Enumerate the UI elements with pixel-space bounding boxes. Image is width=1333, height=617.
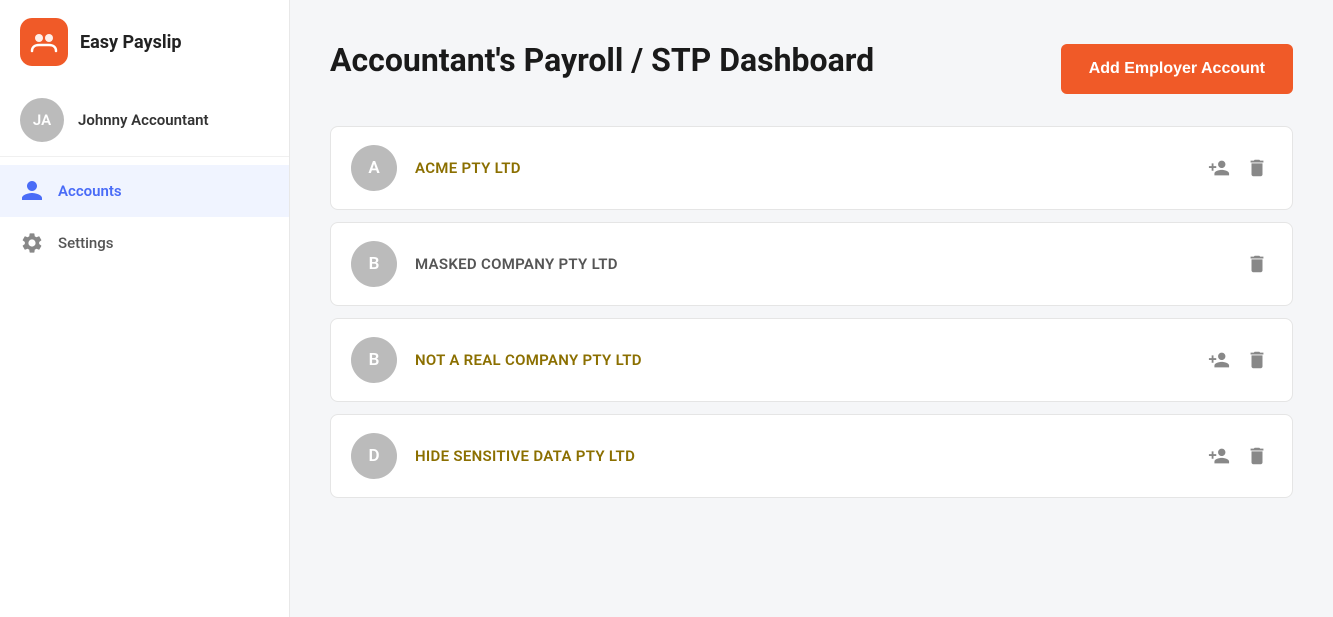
account-avatar: B bbox=[351, 241, 397, 287]
app-logo-text: Easy Payslip bbox=[80, 32, 182, 53]
app-logo-icon bbox=[20, 18, 68, 66]
user-profile: JA Johnny Accountant bbox=[0, 84, 289, 157]
account-name: MASKED COMPANY PTY LTD bbox=[415, 255, 1224, 273]
main-header: Accountant's Payroll / STP Dashboard Add… bbox=[330, 40, 1293, 94]
account-card[interactable]: B MASKED COMPANY PTY LTD bbox=[330, 222, 1293, 306]
sidebar-item-settings[interactable]: Settings bbox=[0, 217, 289, 269]
add-user-button[interactable] bbox=[1204, 153, 1234, 183]
account-card[interactable]: B NOT A REAL COMPANY PTY LTD bbox=[330, 318, 1293, 402]
add-user-button[interactable] bbox=[1204, 345, 1234, 375]
accounts-nav-label: Accounts bbox=[58, 182, 122, 200]
account-actions bbox=[1242, 249, 1272, 279]
accounts-list: A ACME PTY LTD B MASKED COMPANY PTY LTD B NOT… bbox=[330, 126, 1293, 498]
sidebar: Easy Payslip JA Johnny Accountant Accoun… bbox=[0, 0, 290, 617]
delete-account-button[interactable] bbox=[1242, 441, 1272, 471]
account-name: HIDE SENSITIVE DATA PTY LTD bbox=[415, 447, 1186, 465]
page-title: Accountant's Payroll / STP Dashboard bbox=[330, 40, 874, 80]
account-actions bbox=[1204, 345, 1272, 375]
delete-account-button[interactable] bbox=[1242, 249, 1272, 279]
account-avatar: A bbox=[351, 145, 397, 191]
sidebar-nav: Accounts Settings bbox=[0, 157, 289, 277]
account-name: ACME PTY LTD bbox=[415, 159, 1186, 177]
add-employer-button[interactable]: Add Employer Account bbox=[1061, 44, 1293, 94]
avatar: JA bbox=[20, 98, 64, 142]
account-actions bbox=[1204, 153, 1272, 183]
account-card[interactable]: D HIDE SENSITIVE DATA PTY LTD bbox=[330, 414, 1293, 498]
person-icon bbox=[20, 179, 44, 203]
delete-account-button[interactable] bbox=[1242, 345, 1272, 375]
account-name: NOT A REAL COMPANY PTY LTD bbox=[415, 351, 1186, 369]
user-name: Johnny Accountant bbox=[78, 111, 209, 129]
settings-nav-label: Settings bbox=[58, 234, 114, 252]
account-avatar: D bbox=[351, 433, 397, 479]
main-content: Accountant's Payroll / STP Dashboard Add… bbox=[290, 0, 1333, 617]
account-avatar: B bbox=[351, 337, 397, 383]
delete-account-button[interactable] bbox=[1242, 153, 1272, 183]
gear-icon bbox=[20, 231, 44, 255]
account-actions bbox=[1204, 441, 1272, 471]
logo-area: Easy Payslip bbox=[0, 0, 289, 84]
sidebar-item-accounts[interactable]: Accounts bbox=[0, 165, 289, 217]
account-card[interactable]: A ACME PTY LTD bbox=[330, 126, 1293, 210]
add-user-button[interactable] bbox=[1204, 441, 1234, 471]
